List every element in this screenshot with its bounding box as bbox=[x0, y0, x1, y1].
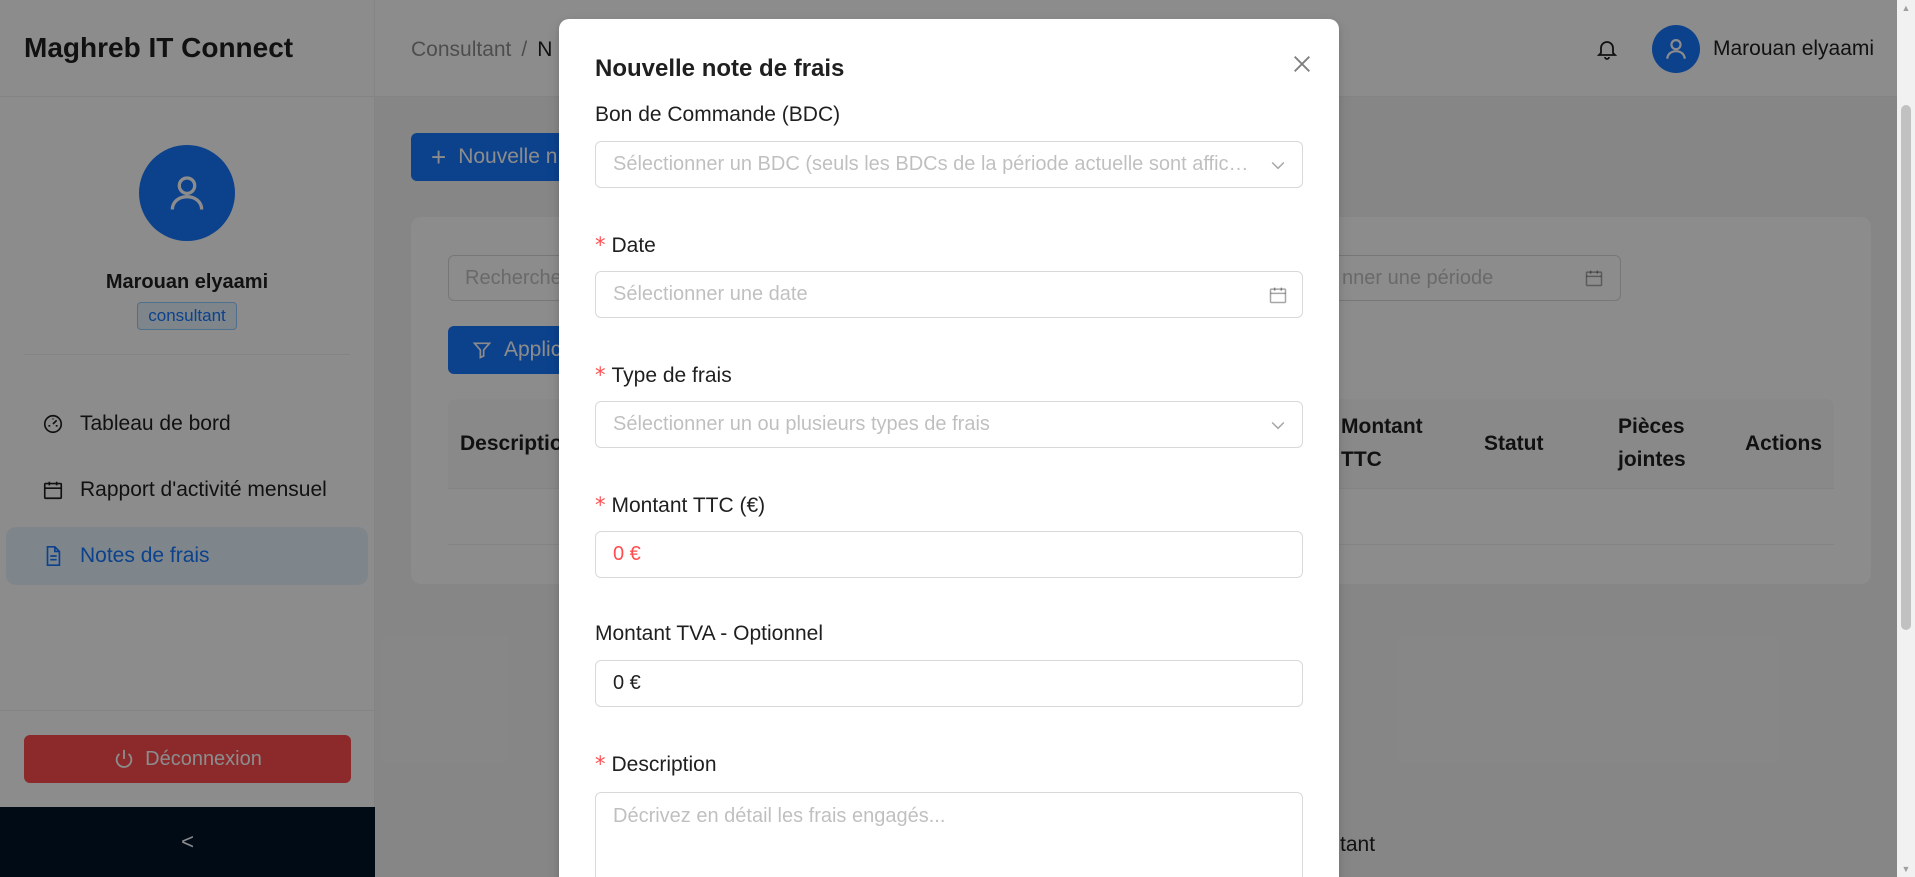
type-label-text: Type de frais bbox=[611, 364, 732, 387]
modal-title: Nouvelle note de frais bbox=[595, 55, 845, 82]
scroll-up-icon[interactable]: ▲ bbox=[1901, 3, 1911, 13]
page-scrollbar[interactable]: ▲ ▼ bbox=[1897, 0, 1915, 877]
type-label: * Type de frais bbox=[595, 363, 732, 388]
chevron-down-icon bbox=[1271, 161, 1285, 170]
description-textarea[interactable]: Décrivez en détail les frais engagés... bbox=[595, 792, 1303, 877]
tva-label-text: Montant TVA - Optionnel bbox=[595, 622, 824, 645]
chevron-down-icon bbox=[1271, 421, 1285, 430]
amount-tva-input[interactable]: 0 € bbox=[595, 660, 1303, 707]
description-label: * Description bbox=[595, 752, 717, 777]
date-label: * Date bbox=[595, 233, 656, 258]
bdc-label-text: Bon de Commande (BDC) bbox=[595, 103, 841, 126]
required-mark: * bbox=[595, 363, 606, 387]
required-mark: * bbox=[595, 752, 606, 776]
expense-type-select[interactable]: Sélectionner un ou plusieurs types de fr… bbox=[595, 401, 1303, 448]
calendar-icon bbox=[1269, 287, 1287, 304]
close-button[interactable] bbox=[1285, 47, 1319, 81]
date-label-text: Date bbox=[611, 234, 656, 257]
description-label-text: Description bbox=[611, 753, 717, 776]
date-placeholder: Sélectionner une date bbox=[613, 283, 808, 305]
scroll-down-icon[interactable]: ▼ bbox=[1901, 864, 1911, 874]
new-expense-modal: Nouvelle note de frais Bon de Commande (… bbox=[559, 19, 1339, 877]
amount-tva-value: 0 € bbox=[613, 672, 641, 694]
required-mark: * bbox=[595, 493, 606, 517]
amount-ttc-value: 0 € bbox=[613, 543, 641, 565]
bdc-select[interactable]: Sélectionner un BDC (seuls les BDCs de l… bbox=[595, 141, 1303, 188]
scrollbar-thumb[interactable] bbox=[1901, 105, 1911, 630]
ttc-label-text: Montant TTC (€) bbox=[611, 494, 766, 517]
bdc-placeholder: Sélectionner un BDC (seuls les BDCs de l… bbox=[613, 153, 1258, 175]
ttc-label: * Montant TTC (€) bbox=[595, 493, 765, 518]
description-placeholder: Décrivez en détail les frais engagés... bbox=[613, 805, 946, 827]
close-icon bbox=[1294, 56, 1310, 72]
amount-ttc-input[interactable]: 0 € bbox=[595, 531, 1303, 578]
bdc-label: Bon de Commande (BDC) bbox=[595, 103, 840, 127]
date-picker[interactable]: Sélectionner une date bbox=[595, 271, 1303, 318]
type-placeholder: Sélectionner un ou plusieurs types de fr… bbox=[613, 413, 990, 435]
tva-label: Montant TVA - Optionnel bbox=[595, 622, 823, 646]
required-mark: * bbox=[595, 233, 606, 257]
